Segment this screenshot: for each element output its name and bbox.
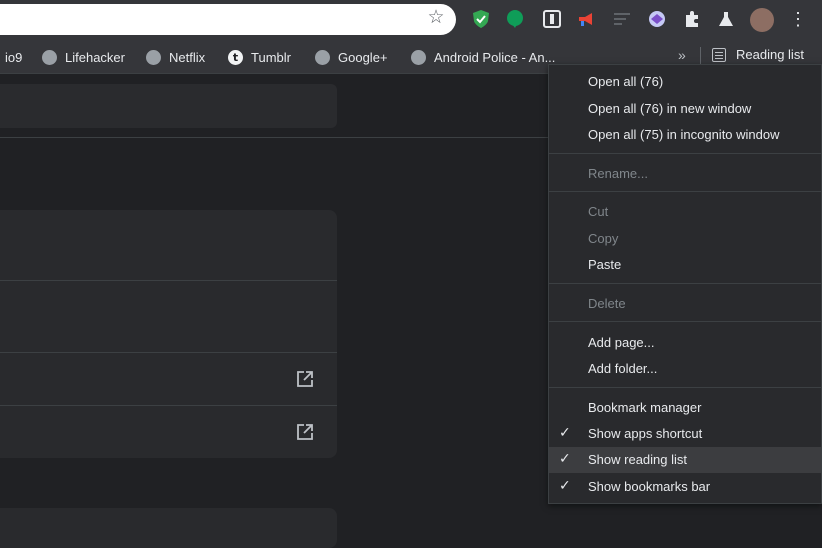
bookmark-label: Lifehacker bbox=[65, 49, 125, 65]
lines-extension-icon[interactable] bbox=[612, 9, 632, 29]
bookmarks-overflow-chevron-icon[interactable]: » bbox=[678, 47, 686, 63]
menu-item-show-apps-shortcut[interactable]: ✓ Show apps shortcut bbox=[549, 421, 821, 447]
browser-toolbar: ☆ ⋮ bbox=[0, 0, 822, 40]
globe-icon bbox=[42, 49, 57, 65]
bookmark-netflix[interactable]: Netflix bbox=[146, 48, 205, 66]
menu-item-add-folder[interactable]: Add folder... bbox=[549, 356, 821, 382]
menu-item-show-reading-list[interactable]: ✓ Show reading list bbox=[549, 447, 821, 473]
bookmark-label: Netflix bbox=[169, 49, 206, 65]
menu-item-open-all[interactable]: Open all (76) bbox=[549, 69, 821, 95]
bookmark-google-plus[interactable]: Google+ bbox=[315, 48, 388, 66]
checkmark-icon: ✓ bbox=[559, 451, 571, 467]
reading-list-button[interactable]: Reading list bbox=[712, 47, 804, 62]
card-row[interactable] bbox=[0, 280, 337, 352]
menu-separator bbox=[549, 191, 821, 192]
settings-card bbox=[0, 210, 337, 458]
checkmark-icon: ✓ bbox=[559, 478, 571, 494]
globe-icon bbox=[146, 49, 161, 65]
flask-icon[interactable] bbox=[716, 9, 736, 29]
globe-icon bbox=[315, 49, 330, 65]
bookmark-label: Google+ bbox=[338, 49, 388, 65]
bookmark-label: Android Police - An... bbox=[434, 49, 556, 65]
page-search-bar[interactable] bbox=[0, 84, 337, 128]
bookmark-star-icon[interactable]: ☆ bbox=[426, 8, 446, 28]
bookmark-tumblr[interactable]: t Tumblr bbox=[228, 48, 291, 66]
menu-item-bookmark-manager[interactable]: Bookmark manager bbox=[549, 395, 821, 421]
menu-separator bbox=[549, 321, 821, 322]
menu-item-open-all-new-window[interactable]: Open all (76) in new window bbox=[549, 96, 821, 122]
globe-icon bbox=[411, 49, 426, 65]
bookmark-lifehacker[interactable]: Lifehacker bbox=[42, 48, 125, 66]
menu-item-copy: Copy bbox=[588, 231, 619, 246]
menu-item-rename: Rename... bbox=[588, 166, 648, 181]
checkmark-icon: ✓ bbox=[559, 425, 571, 441]
menu-separator bbox=[549, 387, 821, 388]
reading-list-label: Reading list bbox=[736, 47, 804, 62]
profile-avatar[interactable] bbox=[750, 8, 774, 32]
menu-item-cut: Cut bbox=[588, 204, 609, 219]
address-bar[interactable] bbox=[0, 4, 456, 35]
megaphone-icon[interactable] bbox=[576, 9, 596, 29]
tumblr-icon: t bbox=[228, 49, 243, 65]
bookmark-label: io9 bbox=[5, 49, 23, 65]
menu-separator bbox=[549, 153, 821, 154]
bitwarden-icon[interactable] bbox=[542, 9, 562, 29]
card-row[interactable] bbox=[0, 405, 337, 459]
menu-separator bbox=[549, 283, 821, 284]
menu-item-paste[interactable]: Paste bbox=[549, 252, 821, 278]
settings-card bbox=[0, 508, 337, 548]
bookmark-label: Tumblr bbox=[251, 49, 291, 65]
chrome-menu-icon[interactable]: ⋮ bbox=[788, 9, 808, 29]
menu-item-show-bookmarks-bar[interactable]: ✓ Show bookmarks bar bbox=[549, 474, 821, 500]
chat-extension-icon[interactable] bbox=[505, 9, 525, 29]
open-external-icon[interactable] bbox=[296, 423, 314, 441]
card-row[interactable] bbox=[0, 352, 337, 405]
badge-extension-icon[interactable] bbox=[647, 9, 667, 29]
bookmark-android-police[interactable]: Android Police - An... bbox=[411, 48, 555, 66]
menu-item-add-page[interactable]: Add page... bbox=[549, 330, 821, 356]
bookmarks-context-menu: Open all (76) Open all (76) in new windo… bbox=[548, 64, 822, 504]
shield-extension-icon[interactable] bbox=[471, 9, 491, 29]
bookmark-io9[interactable]: io9 bbox=[5, 48, 22, 66]
menu-item-delete: Delete bbox=[588, 296, 626, 311]
reading-list-icon bbox=[712, 47, 726, 62]
menu-item-open-all-incognito[interactable]: Open all (75) in incognito window bbox=[549, 122, 821, 148]
puzzle-extensions-icon[interactable] bbox=[682, 9, 702, 29]
open-external-icon[interactable] bbox=[296, 370, 314, 388]
